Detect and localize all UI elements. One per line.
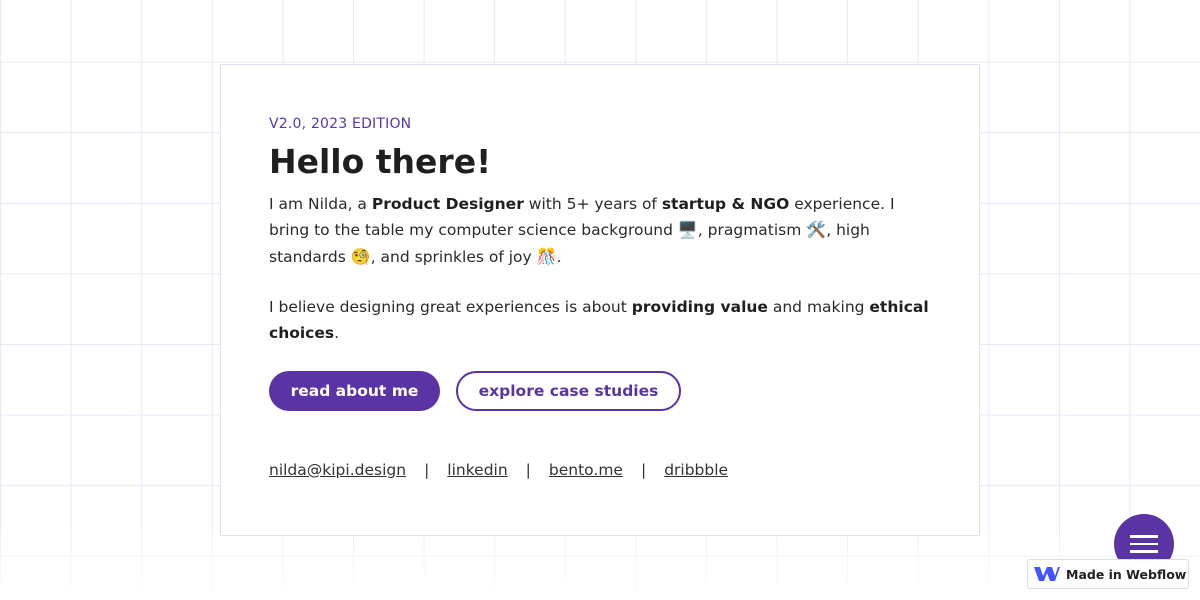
link-separator: | <box>640 461 647 480</box>
values-text: . <box>334 323 340 342</box>
intro-paragraph: I am Nilda, a Product Designer with 5+ y… <box>269 192 931 271</box>
intro-highlight: startup & NGO <box>661 194 790 213</box>
page-title: Hello there! <box>269 142 492 181</box>
badge-label: Made in Webflow <box>1066 566 1187 582</box>
values-text: I believe designing great experiences is… <box>269 298 632 317</box>
cta-group: read about me explore case studies <box>269 371 931 412</box>
intro-text: I am Nilda, a <box>269 194 372 213</box>
intro-text: with 5+ years of <box>523 194 662 213</box>
edition-label: V2.0, 2023 EDITION <box>269 116 412 132</box>
link-separator: | <box>424 461 430 480</box>
values-paragraph: I believe designing great experiences is… <box>269 295 931 346</box>
values-highlight: providing value <box>631 298 768 317</box>
intro-text: , and sprinkles of joy <box>370 247 537 266</box>
bento-link[interactable]: bento.me <box>549 461 623 479</box>
read-about-me-button[interactable]: read about me <box>269 371 440 412</box>
confetti-icon: 🎊 <box>536 246 557 266</box>
monocle-face-icon: 🧐 <box>350 246 371 266</box>
dribbble-link[interactable]: dribbble <box>664 461 728 479</box>
hamburger-icon <box>1130 550 1158 553</box>
contact-links: nilda@kipi.design | linkedin | bento.me … <box>269 461 931 479</box>
made-in-webflow-badge[interactable]: Made in Webflow <box>1027 559 1189 589</box>
link-separator: | <box>525 461 531 480</box>
hamburger-icon <box>1130 542 1158 546</box>
intro-text: , pragmatism <box>697 221 807 240</box>
hamburger-icon <box>1130 535 1158 538</box>
linkedin-link[interactable]: linkedin <box>447 461 507 479</box>
values-text: and making <box>767 298 870 317</box>
intro-highlight: Product Designer <box>371 194 524 213</box>
tools-icon: 🛠️ <box>806 220 827 240</box>
explore-case-studies-button[interactable]: explore case studies <box>456 371 681 412</box>
intro-card: V2.0, 2023 EDITION Hello there! I am Nil… <box>220 64 980 536</box>
email-link[interactable]: nilda@kipi.design <box>269 461 406 479</box>
computer-icon: 🖥️ <box>677 220 698 240</box>
intro-text: . <box>556 247 562 266</box>
webflow-logo-icon <box>1034 567 1060 581</box>
